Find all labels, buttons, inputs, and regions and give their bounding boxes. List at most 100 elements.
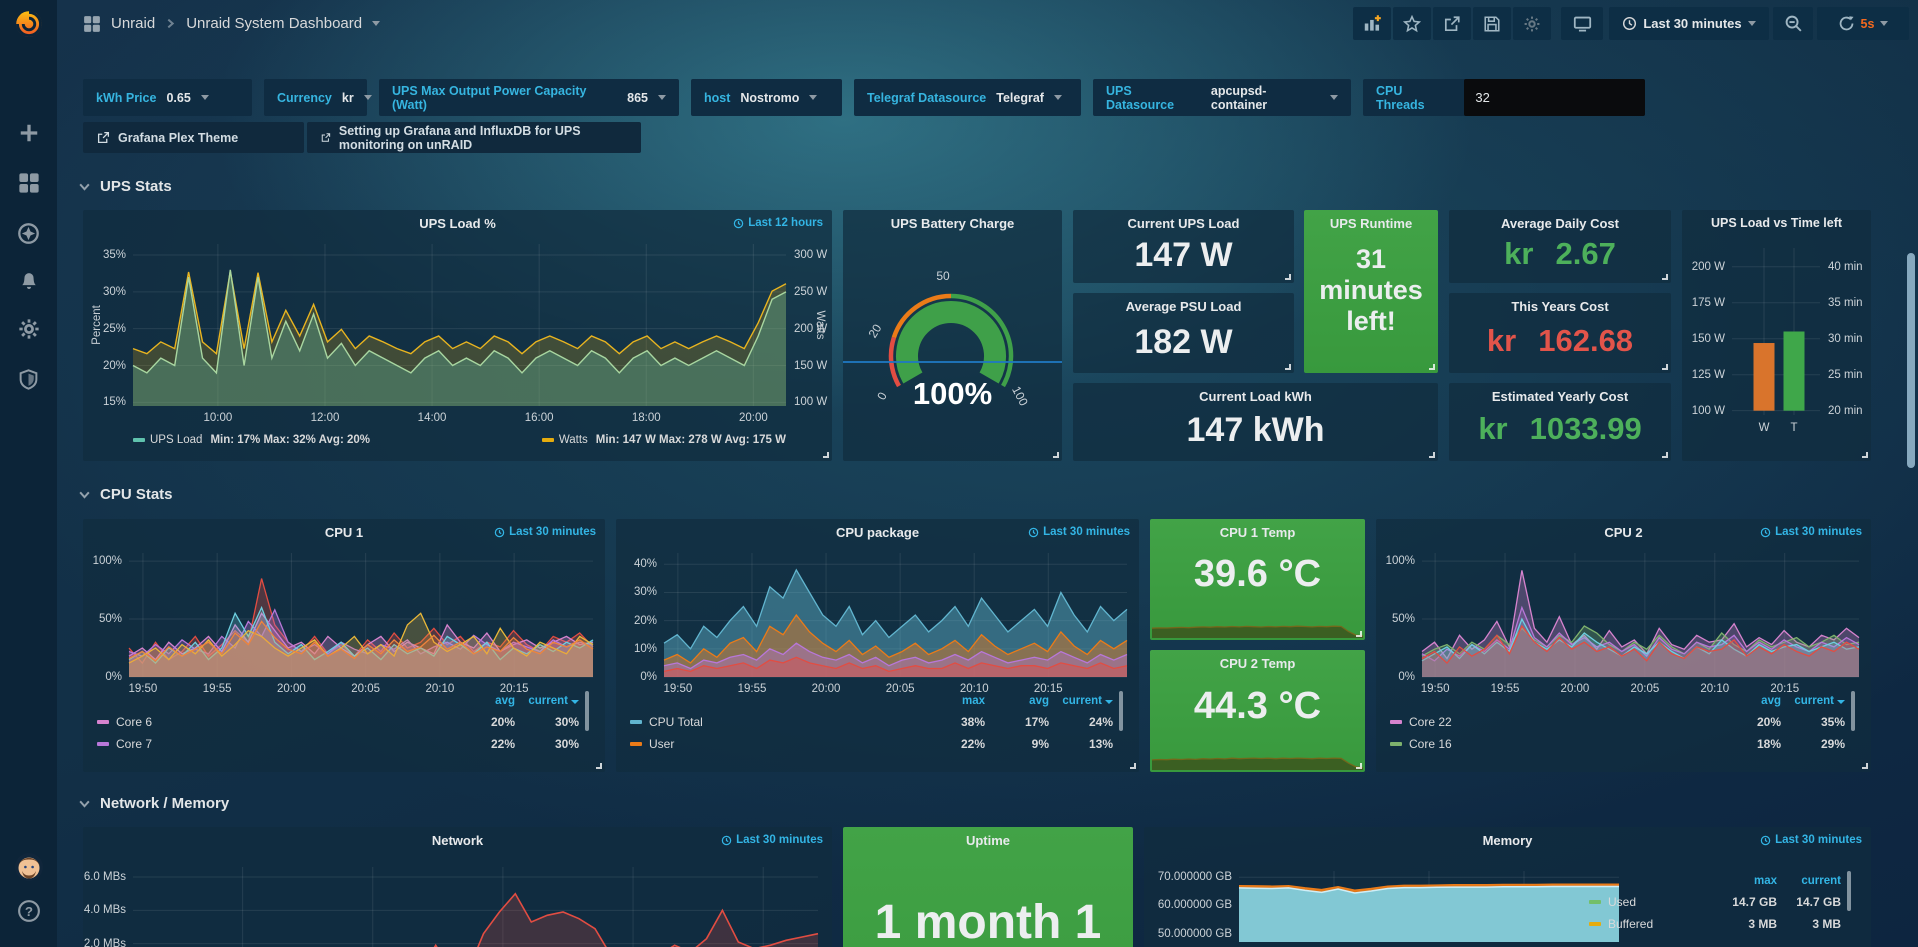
legend-col-current[interactable]: current [515, 695, 579, 707]
legend-col-avg[interactable]: avg [1717, 695, 1781, 707]
panel-title[interactable]: Average Daily Cost [1449, 216, 1671, 231]
panel-resize-handle[interactable] [1356, 763, 1362, 769]
panel-title[interactable]: UPS Battery Charge [843, 216, 1062, 231]
panel-title[interactable]: UPS Runtime [1304, 216, 1438, 231]
stat-value: 39.6 °C [1150, 553, 1365, 596]
panel-resize-handle[interactable] [1662, 452, 1668, 458]
panel-title[interactable]: Estimated Yearly Cost [1449, 389, 1671, 404]
chevron-down-icon[interactable] [372, 21, 380, 26]
row-header-ups-stats[interactable]: UPS Stats [78, 178, 172, 195]
panel-title[interactable]: This Years Cost [1449, 299, 1671, 314]
panel-resize-handle[interactable] [823, 452, 829, 458]
panel-uptime: Uptime 1 month 1 [843, 827, 1133, 947]
row-header-cpu-stats[interactable]: CPU Stats [78, 486, 173, 503]
legend-series-name[interactable]: Core 22 [1390, 715, 1717, 729]
chart-legend: maxavgcurrentCPU Total38%17%24%User22%9%… [630, 691, 1113, 755]
legend-col-max[interactable]: max [921, 695, 985, 707]
user-avatar[interactable] [0, 850, 57, 884]
grafana-logo-icon[interactable] [0, 6, 57, 42]
help-icon[interactable]: ? [0, 896, 57, 926]
legend-series-name[interactable]: User [630, 737, 921, 751]
legend-series-name[interactable]: Core 7 [97, 737, 451, 751]
row-header-network-memory[interactable]: Network / Memory [78, 795, 229, 812]
chart-legend: UPS LoadMin: 17% Max: 32% Avg: 20% Watts… [133, 434, 786, 446]
panel-resize-handle[interactable] [1429, 452, 1435, 458]
link-ups-monitoring-guide[interactable]: Setting up Grafana and InfluxDB for UPS … [307, 122, 641, 153]
panel-resize-handle[interactable] [1662, 364, 1668, 370]
zoom-out-button[interactable] [1773, 7, 1813, 40]
page-scrollbar[interactable] [1907, 253, 1915, 468]
panel-resize-handle[interactable] [1662, 274, 1668, 280]
panel-title[interactable]: Uptime [843, 833, 1133, 848]
dashboards-icon[interactable] [0, 168, 57, 198]
legend-col-current[interactable]: current [1049, 695, 1113, 707]
ups-bar-chart[interactable]: 200 W175 W150 W125 W100 W40 min35 min30 … [1682, 210, 1871, 461]
chevron-down-icon [78, 488, 91, 501]
refresh-button[interactable]: 5s [1817, 7, 1909, 40]
panel-title[interactable]: CPU 1 Temp [1150, 525, 1365, 540]
stat-value: kr162.68 [1449, 323, 1671, 359]
panel-current-load-kwh: Current Load kWh 147 kWh [1073, 383, 1438, 461]
configuration-gear-icon[interactable] [0, 314, 57, 344]
legend-series-name[interactable]: Core 16 [1390, 737, 1717, 751]
legend-col-current[interactable]: current [1777, 875, 1841, 887]
panel-resize-handle[interactable] [1429, 364, 1435, 370]
legend-col-max[interactable]: max [1713, 875, 1777, 887]
panel-title[interactable]: Current Load kWh [1073, 389, 1438, 404]
server-admin-shield-icon[interactable] [0, 364, 57, 394]
link-grafana-plex-theme[interactable]: Grafana Plex Theme [83, 122, 304, 153]
variable-host[interactable]: hostNostromo [691, 79, 842, 116]
network-chart[interactable]: 6.0 MBs4.0 MBs2.0 MBs [83, 827, 832, 947]
variable-currency[interactable]: Currencykr [264, 79, 367, 116]
panel-title[interactable]: Current UPS Load [1073, 216, 1294, 231]
panel-resize-handle[interactable] [1356, 631, 1362, 637]
explore-icon[interactable] [0, 218, 57, 248]
panel-title[interactable]: Average PSU Load [1073, 299, 1294, 314]
ups-load-chart[interactable]: 35%30%25%20%15%300 W250 W200 W150 W100 W… [83, 210, 832, 461]
time-range-picker[interactable]: Last 30 minutes [1609, 7, 1769, 40]
legend-item-watts[interactable]: WattsMin: 147 W Max: 278 W Avg: 175 W [542, 434, 786, 446]
kiosk-tv-button[interactable] [1561, 7, 1603, 40]
cpu-threads-input[interactable]: 32 [1464, 79, 1645, 116]
panel-resize-handle[interactable] [1285, 364, 1291, 370]
breadcrumb-folder[interactable]: Unraid [111, 15, 155, 32]
panel-resize-handle[interactable] [1862, 452, 1868, 458]
variable-telegraf-datasource[interactable]: Telegraf DatasourceTelegraf [854, 79, 1081, 116]
panel-title[interactable]: CPU 2 Temp [1150, 656, 1365, 671]
threshold-line [843, 361, 1062, 363]
share-button[interactable] [1433, 7, 1471, 40]
legend-series-name[interactable]: Buffered [1589, 917, 1713, 931]
legend-row: Core 722%30% [97, 733, 579, 755]
legend-series-name[interactable]: Used [1589, 895, 1713, 909]
legend-col-avg[interactable]: avg [451, 695, 515, 707]
panel-resize-handle[interactable] [1130, 763, 1136, 769]
legend-item-ups-load[interactable]: UPS LoadMin: 17% Max: 32% Avg: 20% [133, 434, 370, 446]
panel-this-years-cost: This Years Cost kr162.68 [1449, 293, 1671, 373]
add-icon[interactable] [0, 118, 57, 148]
variable-ups-datasource[interactable]: UPS Datasourceapcupsd-container [1093, 79, 1351, 116]
legend-series-name[interactable]: Core 6 [97, 715, 451, 729]
y-axis-title-left: Percent [91, 305, 103, 345]
svg-text:?: ? [24, 904, 32, 919]
star-button[interactable] [1393, 7, 1431, 40]
dashboard-grid-icon[interactable] [83, 15, 101, 33]
stat-value: 44.3 °C [1150, 685, 1365, 728]
settings-gear-icon[interactable] [1513, 7, 1551, 40]
panel-resize-handle[interactable] [1862, 763, 1868, 769]
panel-resize-handle[interactable] [596, 763, 602, 769]
alerting-bell-icon[interactable] [0, 266, 57, 296]
variable-ups-max-output[interactable]: UPS Max Output Power Capacity (Watt)865 [379, 79, 679, 116]
panel-average-daily-cost: Average Daily Cost kr2.67 [1449, 210, 1671, 283]
legend-col-avg[interactable]: avg [985, 695, 1049, 707]
grafana-dashboard: ? Unraid Unraid System Dashboard Last 30… [0, 0, 1918, 947]
save-button[interactable] [1473, 7, 1511, 40]
legend-row: CPU Total38%17%24% [630, 711, 1113, 733]
legend-col-current[interactable]: current [1781, 695, 1845, 707]
add-panel-button[interactable] [1353, 7, 1391, 40]
panel-ups-runtime: UPS Runtime 31 minutes left! [1304, 210, 1438, 373]
page-title[interactable]: Unraid System Dashboard [186, 15, 362, 32]
variable-kwh-price[interactable]: kWh Price0.65 [83, 79, 252, 116]
panel-resize-handle[interactable] [1053, 452, 1059, 458]
legend-series-name[interactable]: CPU Total [630, 715, 921, 729]
panel-resize-handle[interactable] [1285, 274, 1291, 280]
